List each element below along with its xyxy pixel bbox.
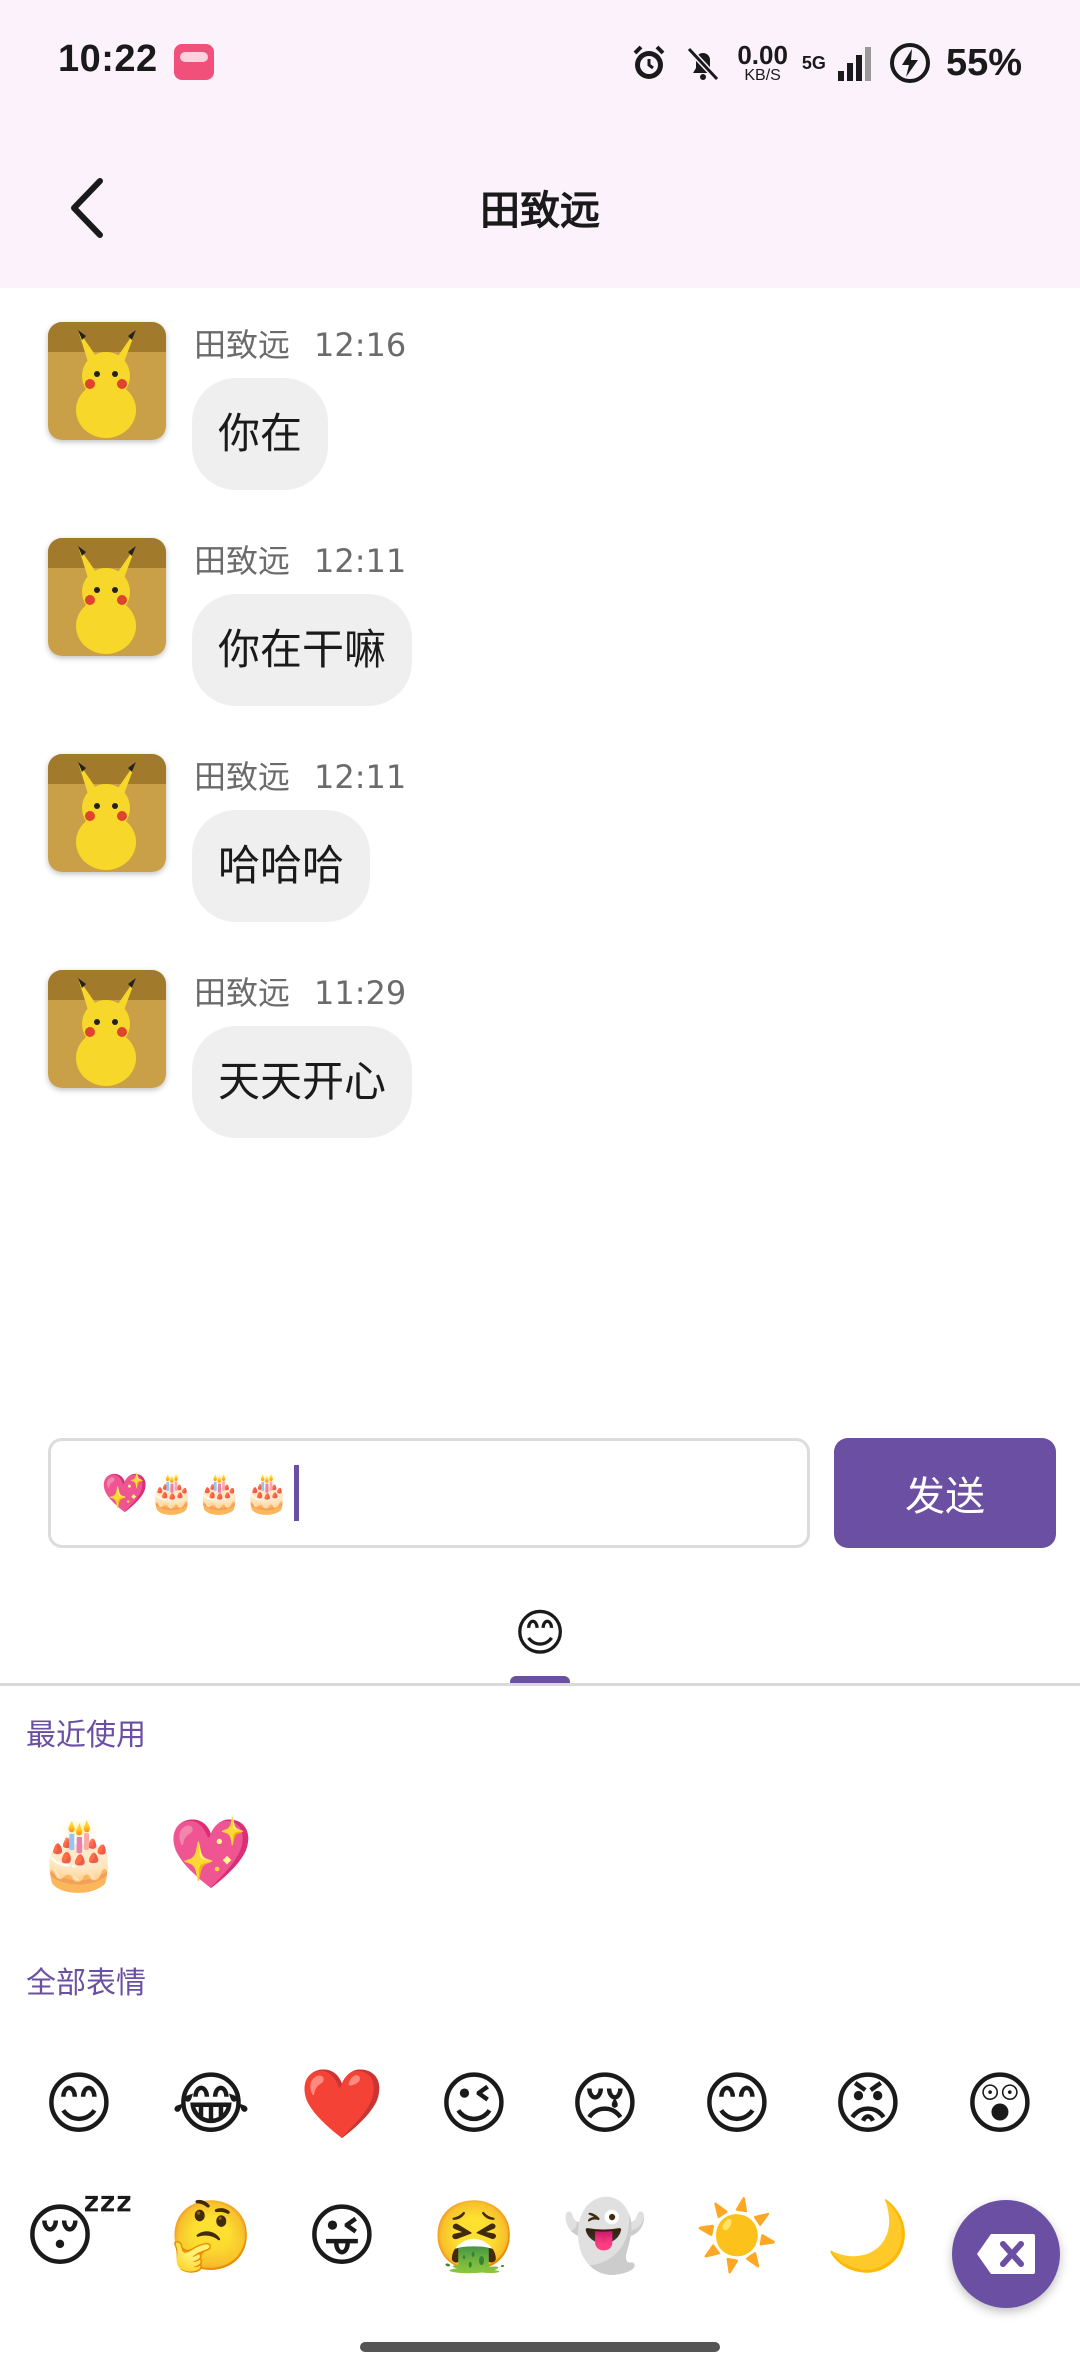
emoji-item[interactable]: 😊: [682, 2050, 792, 2160]
message-time: 12:11: [314, 542, 407, 580]
emoji-item[interactable]: 💖: [156, 1800, 266, 1910]
message-input[interactable]: 💖🎂🎂🎂: [48, 1438, 810, 1548]
emoji-item[interactable]: 👻: [550, 2182, 660, 2292]
emoji-item[interactable]: 😲: [945, 2050, 1055, 2160]
top-area: 10:22 0.00 KB/S 5G 55% 田致远: [0, 0, 1080, 288]
network-type: 5G: [801, 52, 826, 73]
emoji-item[interactable]: 😂: [156, 2050, 266, 2160]
emoji-item[interactable]: 😢: [550, 2050, 660, 2160]
sender-name: 田致远: [194, 542, 291, 580]
alarm-icon: [629, 43, 669, 83]
backspace-icon: [977, 2234, 1035, 2274]
chat-header: 田致远: [0, 128, 1080, 288]
avatar[interactable]: [48, 970, 166, 1088]
app-notification-icon: [174, 44, 214, 80]
signal-icon: [834, 43, 874, 83]
message-item: 田致远 11:29 天天开心: [48, 946, 948, 1146]
message-list[interactable]: 田致远 12:16 你在 田致远 12:11 你在干嘛 田致远 12:11 哈哈…: [0, 288, 1080, 1408]
page-title: 田致远: [480, 188, 600, 234]
emoji-grid-row: 😴 🤔 😜 🤮 👻 ☀️ 🌙: [0, 2182, 1080, 2292]
input-value: 💖🎂🎂🎂: [101, 1470, 291, 1515]
message-item: 田致远 12:16 你在: [48, 298, 948, 498]
emoji-item[interactable]: ❤️: [287, 2050, 397, 2160]
all-emoji-label: 全部表情: [26, 1966, 146, 2001]
message-meta: 田致远 12:11: [194, 752, 406, 798]
message-time: 11:29: [314, 974, 407, 1012]
emoji-item[interactable]: 😡: [813, 2050, 923, 2160]
backspace-button[interactable]: [952, 2200, 1060, 2308]
text-cursor: [294, 1465, 300, 1521]
emoji-item[interactable]: 🎂: [24, 1800, 134, 1910]
net-speed: 0.00 KB/S: [737, 40, 788, 84]
sender-name: 田致远: [194, 758, 291, 796]
avatar[interactable]: [48, 538, 166, 656]
message-meta: 田致远 11:29: [194, 968, 406, 1014]
avatar[interactable]: [48, 754, 166, 872]
battery-level: 55%: [945, 41, 1022, 84]
emoji-item[interactable]: 🤔: [156, 2182, 266, 2292]
send-button[interactable]: 发送: [834, 1438, 1056, 1548]
message-time: 12:16: [314, 326, 407, 364]
emoji-tab-icon[interactable]: 😊: [506, 1598, 574, 1668]
emoji-item[interactable]: ☀️: [682, 2182, 792, 2292]
message-bubble[interactable]: 天天开心: [192, 1026, 413, 1138]
recent-emoji-label: 最近使用: [26, 1718, 146, 1753]
divider: [0, 1683, 1080, 1686]
sender-name: 田致远: [194, 326, 291, 364]
status-time: 10:22: [58, 38, 158, 80]
emoji-item[interactable]: 😉: [419, 2050, 529, 2160]
status-bar: 10:22 0.00 KB/S 5G 55%: [0, 0, 1080, 128]
avatar[interactable]: [48, 322, 166, 440]
recent-emoji-row: 🎂 💖: [0, 1800, 1080, 1910]
status-icons: 0.00 KB/S 5G 55%: [629, 38, 1022, 88]
message-item: 田致远 12:11 哈哈哈: [48, 730, 948, 930]
message-bubble[interactable]: 你在: [192, 378, 329, 490]
emoji-item[interactable]: 😊: [24, 2050, 134, 2160]
message-meta: 田致远 12:11: [194, 536, 406, 582]
mute-bell-icon: [683, 43, 723, 83]
emoji-item[interactable]: 😴: [24, 2182, 134, 2292]
message-bubble[interactable]: 你在干嘛: [192, 594, 413, 706]
message-time: 12:11: [314, 758, 407, 796]
message-bubble[interactable]: 哈哈哈: [192, 810, 371, 922]
sender-name: 田致远: [194, 974, 291, 1012]
message-meta: 田致远 12:16: [194, 320, 406, 366]
emoji-item[interactable]: 😜: [287, 2182, 397, 2292]
home-indicator[interactable]: [360, 2342, 720, 2352]
emoji-item[interactable]: 🌙: [813, 2182, 923, 2292]
battery-charging-icon: [888, 41, 932, 85]
emoji-item[interactable]: 🤮: [419, 2182, 529, 2292]
emoji-grid-row: 😊 😂 ❤️ 😉 😢 😊 😡 😲: [0, 2050, 1080, 2160]
message-item: 田致远 12:11 你在干嘛: [48, 514, 948, 714]
